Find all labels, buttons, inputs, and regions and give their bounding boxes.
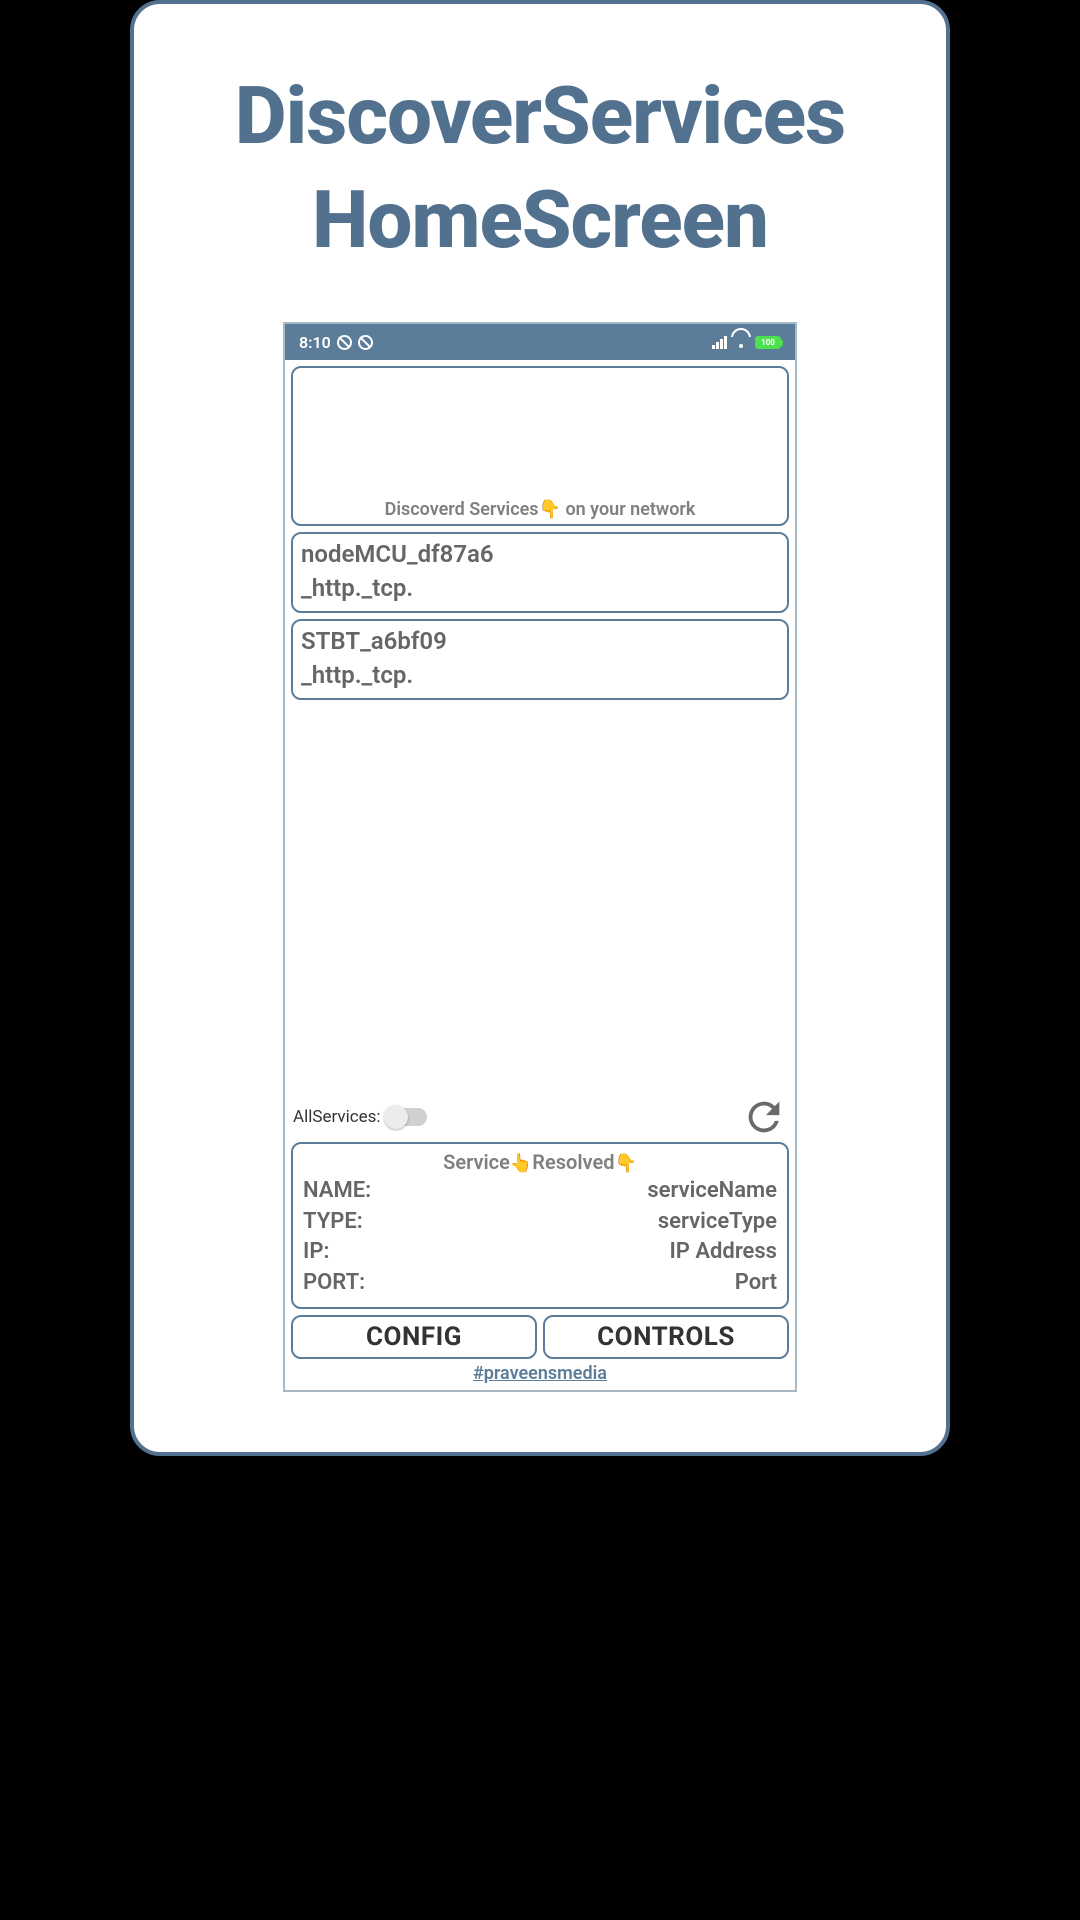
config-button[interactable]: CONFIG [291,1315,537,1359]
page-title-line2: HomeScreen [235,168,845,272]
service-name: nodeMCU_df87a6 [301,538,779,572]
resolved-value: Port [735,1268,777,1299]
battery-level: 100 [761,338,775,347]
toggle-row: AllServices: [291,1094,789,1140]
service-item[interactable]: STBT_a6bf09 _http._tcp. [291,619,789,700]
resolved-value: serviceName [647,1176,777,1207]
resolved-key: PORT: [303,1268,365,1299]
status-bar: 8:10 100 [285,324,795,360]
resolved-key: NAME: [303,1176,371,1207]
all-services-label: AllServices: [293,1107,381,1127]
resolved-row-type: TYPE: serviceType [303,1207,777,1238]
cell-signal-icon [712,336,727,349]
resolved-key: IP: [303,1237,329,1268]
resolved-box: Service👆Resolved👇 NAME: serviceName TYPE… [291,1142,789,1309]
resolved-title-mid: Resolved [532,1150,614,1174]
service-type: _http._tcp. [301,572,779,606]
discovered-header-box: Discoverd Services👇 on your network [291,366,789,526]
do-not-disturb-icon [337,335,352,350]
footer-link[interactable]: #praveensmedia [291,1363,789,1384]
discovered-header-text: Discoverd Services👇 on your network [385,499,696,520]
outer-frame: DiscoverServices HomeScreen 8:10 100 Dis… [130,0,950,1456]
point-down-icon: 👇 [614,1153,636,1174]
toggle-left: AllServices: [293,1107,427,1127]
service-name: STBT_a6bf09 [301,625,779,659]
controls-button[interactable]: CONTROLS [543,1315,789,1359]
point-up-icon: 👆 [510,1153,532,1174]
point-down-icon: 👇 [539,499,561,520]
refresh-button[interactable] [741,1094,787,1140]
status-left: 8:10 [299,333,373,352]
resolved-value: serviceType [658,1207,777,1238]
resolved-row-name: NAME: serviceName [303,1176,777,1207]
phone-frame: 8:10 100 Discoverd Services👇 on your net… [283,322,797,1392]
button-row: CONFIG CONTROLS [291,1315,789,1359]
page-title: DiscoverServices HomeScreen [235,64,845,272]
resolved-key: TYPE: [303,1207,363,1238]
resolved-row-ip: IP: IP Address [303,1237,777,1268]
discovered-header-prefix: Discoverd Services [385,499,539,520]
resolved-title: Service👆Resolved👇 [303,1150,777,1174]
resolved-title-prefix: Service [443,1150,510,1174]
resolved-value: IP Address [669,1237,777,1268]
resolved-row-port: PORT: Port [303,1268,777,1299]
service-type: _http._tcp. [301,659,779,693]
wifi-icon [733,336,749,348]
all-services-toggle[interactable] [385,1108,427,1126]
alarm-off-icon [358,335,373,350]
service-item[interactable]: nodeMCU_df87a6 _http._tcp. [291,532,789,613]
status-time: 8:10 [299,333,331,352]
discovered-header-suffix: on your network [561,499,695,520]
spacer [291,706,789,1093]
refresh-icon [741,1094,787,1140]
page-title-line1: DiscoverServices [235,64,845,168]
battery-icon: 100 [755,336,781,349]
app-body: Discoverd Services👇 on your network node… [285,360,795,1390]
status-right: 100 [712,336,781,349]
